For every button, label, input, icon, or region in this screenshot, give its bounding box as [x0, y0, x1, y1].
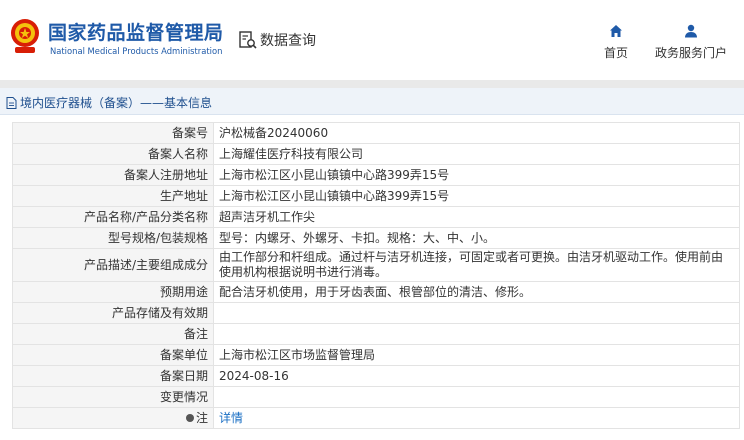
nav-gov-label: 政务服务门户 — [654, 46, 727, 60]
table-row: 备案人注册地址 上海市松江区小昆山镇镇中心路399弄15号 — [12, 164, 740, 186]
breadcrumb-text: 境内医疗器械（备案）——基本信息 — [20, 96, 213, 110]
row-label: 产品存储及有效期 — [12, 302, 214, 324]
row-value: 上海耀佳医疗科技有限公司 — [213, 143, 740, 165]
row-value — [213, 302, 740, 324]
header-separator — [0, 80, 744, 88]
row-label: 备案号 — [12, 122, 214, 144]
row-label: 备注 — [12, 323, 214, 345]
row-value: 型号：内螺牙、外螺牙、卡扣。规格：大、中、小。 — [213, 227, 740, 249]
table-row: 备案单位 上海市松江区市场监督管理局 — [12, 344, 740, 366]
home-icon — [610, 25, 622, 37]
site-header: 国家药品监督管理局 National Medical Products Admi… — [0, 0, 744, 80]
row-label: 产品描述/主要组成成分 — [12, 248, 214, 282]
national-emblem-icon — [11, 19, 39, 53]
table-row: 生产地址 上海市松江区小昆山镇镇中心路399弄15号 — [12, 185, 740, 207]
note-label: 注 — [195, 410, 208, 425]
row-value: 配合洁牙机使用，用于牙齿表面、根管部位的清洁、修形。 — [213, 281, 740, 303]
nav-home-label: 首页 — [603, 46, 628, 60]
user-icon — [685, 24, 697, 38]
note-value-cell: 详情 — [213, 407, 740, 429]
table-row: 变更情况 — [12, 386, 740, 408]
table-row: 备注 — [12, 323, 740, 345]
row-value: 超声洁牙机工作尖 — [213, 206, 740, 228]
row-label: 备案人注册地址 — [12, 164, 214, 186]
site-logo-subtitle[interactable]: National Medical Products Administration — [50, 46, 222, 56]
row-value: 沪松械备20240060 — [213, 122, 740, 144]
row-value — [213, 323, 740, 345]
row-value: 上海市松江区小昆山镇镇中心路399弄15号 — [213, 164, 740, 186]
table-row: 产品存储及有效期 — [12, 302, 740, 324]
pin-icon — [185, 414, 194, 422]
data-query-label: 数据查询 — [260, 33, 316, 49]
row-value: 2024-08-16 — [213, 365, 740, 387]
table-row: 产品名称/产品分类名称 超声洁牙机工作尖 — [12, 206, 740, 228]
breadcrumb-bar: 境内医疗器械（备案）——基本信息 — [0, 88, 744, 115]
document-icon — [6, 96, 17, 109]
row-label: 生产地址 — [12, 185, 214, 207]
info-table: 备案号 沪松械备20240060 备案人名称 上海耀佳医疗科技有限公司 备案人注… — [12, 122, 740, 429]
data-query-link[interactable]: 数据查询 — [238, 30, 316, 50]
row-value: 上海市松江区市场监督管理局 — [213, 344, 740, 366]
row-label: 备案日期 — [12, 365, 214, 387]
document-search-icon — [239, 31, 257, 49]
row-label: 型号规格/包装规格 — [12, 227, 214, 249]
nav-home[interactable]: 首页 — [600, 24, 632, 61]
table-row: 备案人名称 上海耀佳医疗科技有限公司 — [12, 143, 740, 165]
table-row: 注 详情 — [12, 407, 740, 429]
table-row: 备案日期 2024-08-16 — [12, 365, 740, 387]
breadcrumb: 境内医疗器械（备案）——基本信息 — [6, 94, 212, 111]
row-value — [213, 386, 740, 408]
row-label: 产品名称/产品分类名称 — [12, 206, 214, 228]
table-row: 产品描述/主要组成成分 由工作部分和杆组成。通过杆与洁牙机连接，可固定或者可更换… — [12, 248, 740, 282]
note-label-cell: 注 — [12, 407, 214, 429]
site-logo-title[interactable]: 国家药品监督管理局 — [48, 18, 224, 45]
nav-gov-service-portal[interactable]: 政务服务门户 — [652, 24, 730, 61]
detail-link[interactable]: 详情 — [219, 411, 243, 425]
row-value: 上海市松江区小昆山镇镇中心路399弄15号 — [213, 185, 740, 207]
row-label: 备案单位 — [12, 344, 214, 366]
row-label: 变更情况 — [12, 386, 214, 408]
row-label: 备案人名称 — [12, 143, 214, 165]
row-value: 由工作部分和杆组成。通过杆与洁牙机连接，可固定或者可更换。由洁牙机驱动工作。使用… — [213, 248, 740, 282]
table-row: 预期用途 配合洁牙机使用，用于牙齿表面、根管部位的清洁、修形。 — [12, 281, 740, 303]
row-label: 预期用途 — [12, 281, 214, 303]
table-row: 型号规格/包装规格 型号：内螺牙、外螺牙、卡扣。规格：大、中、小。 — [12, 227, 740, 249]
table-row: 备案号 沪松械备20240060 — [12, 122, 740, 144]
